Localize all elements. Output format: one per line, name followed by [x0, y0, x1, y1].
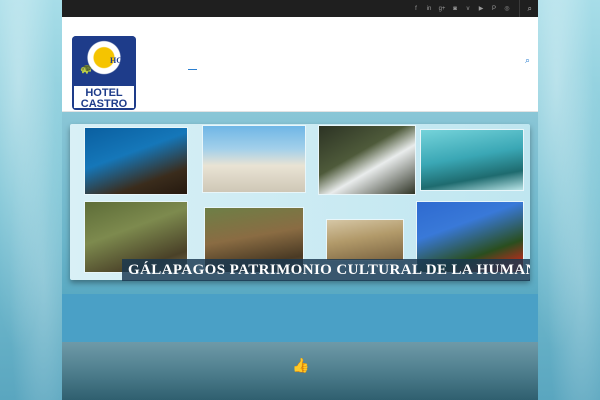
logo-text: HOTEL CASTRO [72, 84, 136, 110]
dribbble-icon[interactable]: ◎ [504, 6, 511, 12]
photo-albatross [318, 125, 416, 195]
linkedin-icon[interactable]: in [426, 6, 433, 12]
background-right-panel [538, 0, 600, 400]
pinterest-icon[interactable]: P [491, 6, 498, 12]
hero-banner: GÁLAPAGOS PATRIMONIO CULTURAL DE LA HUMA… [62, 112, 538, 342]
photo-sea-lion-pup [326, 219, 404, 261]
topbar-divider [518, 0, 520, 17]
youtube-icon[interactable]: ▶ [478, 6, 485, 12]
vimeo-icon[interactable]: v [465, 6, 472, 12]
banner-caption: GÁLAPAGOS PATRIMONIO CULTURAL DE LA HUMA… [122, 259, 530, 281]
facebook-icon[interactable]: f [413, 6, 420, 12]
background-left-panel [0, 0, 62, 400]
site-header: HC 🐢 HOTEL CASTRO ⌕ [62, 17, 538, 112]
nav-active-indicator [188, 69, 197, 70]
logo-emblem [72, 36, 136, 84]
galapagos-photo-collage[interactable]: GÁLAPAGOS PATRIMONIO CULTURAL DE LA HUMA… [70, 124, 530, 281]
social-links: f in g+ ◙ v ▶ P ◎ [413, 6, 511, 12]
turtle-icon: 🐢 [80, 64, 93, 75]
thumbs-up-icon[interactable]: 👍 [292, 357, 309, 374]
top-bar: f in g+ ◙ v ▶ P ◎ ⌕ [62, 0, 538, 17]
photo-underwater-marine-iguana [84, 127, 188, 195]
photo-sea-turtle [420, 129, 524, 191]
hotel-castro-logo[interactable]: HC 🐢 HOTEL CASTRO [72, 36, 136, 110]
logo-initials: HC [110, 56, 122, 65]
blue-band [62, 294, 538, 342]
header-search-icon[interactable]: ⌕ [525, 55, 530, 66]
photo-beach-sea-lions [202, 125, 306, 193]
logo-line-castro: CASTRO [80, 98, 128, 110]
google-plus-icon[interactable]: g+ [439, 6, 446, 12]
footer-section: 👍 [62, 342, 538, 400]
instagram-icon[interactable]: ◙ [452, 6, 459, 12]
search-icon[interactable]: ⌕ [528, 4, 532, 14]
page-container: f in g+ ◙ v ▶ P ◎ ⌕ HC 🐢 HOTEL CASTRO ⌕ [62, 0, 538, 400]
